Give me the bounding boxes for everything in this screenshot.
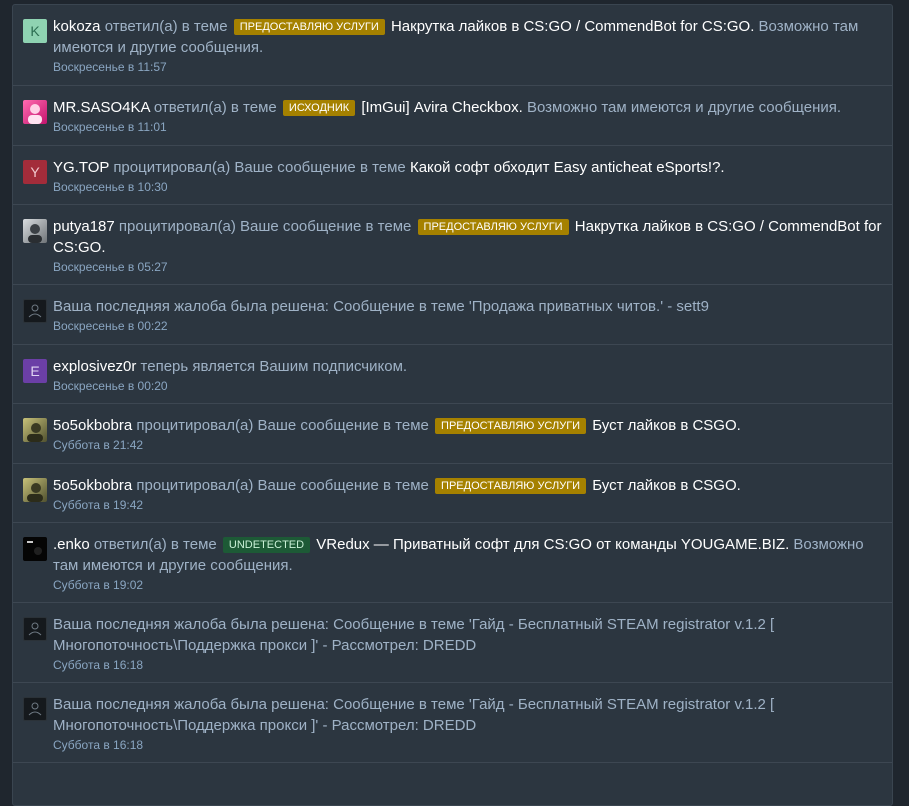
- alert-timestamp[interactable]: Воскресенье в 11:01: [53, 119, 882, 135]
- alert-suffix-link[interactable]: Возможно там имеются и другие сообщения.: [527, 99, 841, 116]
- alert-action: ответил(а) в теме: [93, 536, 217, 553]
- alert-timestamp[interactable]: Суббота в 16:18: [53, 737, 882, 753]
- thread-prefix-badge: ИСХОДНИК: [282, 100, 356, 116]
- alert-text[interactable]: Ваша последняя жалоба была решена: Сообщ…: [53, 296, 882, 317]
- olive-avatar-icon[interactable]: [23, 478, 47, 502]
- gray-avatar-icon[interactable]: [23, 219, 47, 243]
- alert-action: процитировал(а) Ваше сообщение в теме: [136, 417, 429, 434]
- alert-action: ответил(а) в теме: [104, 18, 228, 35]
- username-link[interactable]: 5o5okbobra: [53, 477, 132, 494]
- alert-text[interactable]: Ваша последняя жалоба была решена: Сообщ…: [53, 694, 882, 736]
- alert-text: kokoza ответил(а) в теме ПРЕДОСТАВЛЯЮ УС…: [53, 16, 882, 58]
- alert-item[interactable]: Ваша последняя жалоба была решена: Сообщ…: [13, 603, 892, 683]
- thread-prefix-badge: UNDETECTED: [222, 537, 311, 553]
- alert-item[interactable]: 5o5okbobra процитировал(а) Ваше сообщени…: [13, 464, 892, 523]
- alert-timestamp[interactable]: Воскресенье в 00:22: [53, 318, 882, 334]
- alert-text: 5o5okbobra процитировал(а) Ваше сообщени…: [53, 415, 882, 436]
- alert-text[interactable]: Ваша последняя жалоба была решена: Сообщ…: [53, 614, 882, 656]
- alert-timestamp[interactable]: Воскресенье в 05:27: [53, 259, 882, 275]
- alert-timestamp[interactable]: Суббота в 21:42: [53, 437, 882, 453]
- thread-title-link[interactable]: Накрутка лайков в CS:GO / CommendBot for…: [391, 18, 754, 35]
- username-link[interactable]: explosivez0r: [53, 358, 136, 375]
- alert-action: теперь является Вашим подписчиком.: [140, 358, 408, 375]
- thread-prefix-badge: ПРЕДОСТАВЛЯЮ УСЛУГИ: [417, 219, 569, 235]
- alert-item[interactable]: 5o5okbobra процитировал(а) Ваше сообщени…: [13, 404, 892, 464]
- alerts-panel: K kokoza ответил(а) в теме ПРЕДОСТАВЛЯЮ …: [12, 4, 893, 806]
- alert-action: процитировал(а) Ваше сообщение в теме: [136, 477, 429, 494]
- avatar[interactable]: Y: [23, 160, 47, 184]
- username-link[interactable]: MR.SASO4KA: [53, 99, 150, 116]
- alert-item[interactable]: Ваша последняя жалоба была решена: Сообщ…: [13, 285, 892, 345]
- thread-prefix-badge: ПРЕДОСТАВЛЯЮ УСЛУГИ: [435, 478, 587, 494]
- alert-item[interactable]: K kokoza ответил(а) в теме ПРЕДОСТАВЛЯЮ …: [13, 5, 892, 86]
- system-avatar-icon: [23, 299, 47, 323]
- alert-text: YG.TOP процитировал(а) Ваше сообщение в …: [53, 157, 882, 178]
- system-avatar-icon: [23, 617, 47, 641]
- thread-title-link[interactable]: VRedux — Приватный софт для CS:GO от ком…: [316, 536, 789, 553]
- thread-title-link[interactable]: Буст лайков в CSGO.: [592, 417, 741, 434]
- olive-avatar-icon[interactable]: [23, 418, 47, 442]
- thread-title-link[interactable]: Буст лайков в CSGO.: [592, 477, 741, 494]
- alert-item[interactable]: E explosivez0r теперь является Вашим под…: [13, 345, 892, 404]
- avatar[interactable]: K: [23, 19, 47, 43]
- avatar[interactable]: E: [23, 359, 47, 383]
- pink-avatar-icon[interactable]: [23, 100, 47, 124]
- thread-prefix-badge: ПРЕДОСТАВЛЯЮ УСЛУГИ: [435, 418, 587, 434]
- alert-timestamp[interactable]: Воскресенье в 00:20: [53, 378, 882, 394]
- alert-action: ответил(а) в теме: [153, 99, 277, 116]
- system-avatar-icon: [23, 697, 47, 721]
- alert-item[interactable]: MR.SASO4KA ответил(а) в теме ИСХОДНИК [I…: [13, 86, 892, 146]
- black-avatar-icon[interactable]: [23, 537, 47, 561]
- alert-text: .enko ответил(а) в теме UNDETECTED VRedu…: [53, 534, 882, 576]
- alert-timestamp[interactable]: Суббота в 19:02: [53, 577, 882, 593]
- alert-timestamp[interactable]: Суббота в 16:18: [53, 657, 882, 673]
- alert-item[interactable]: .enko ответил(а) в теме UNDETECTED VRedu…: [13, 523, 892, 603]
- alert-text: 5o5okbobra процитировал(а) Ваше сообщени…: [53, 475, 882, 496]
- username-link[interactable]: putya187: [53, 218, 115, 235]
- thread-prefix-badge: ПРЕДОСТАВЛЯЮ УСЛУГИ: [233, 19, 385, 35]
- alert-item[interactable]: putya187 процитировал(а) Ваше сообщение …: [13, 205, 892, 285]
- alert-text: putya187 процитировал(а) Ваше сообщение …: [53, 216, 882, 258]
- alert-timestamp[interactable]: Воскресенье в 10:30: [53, 179, 882, 195]
- alert-action: процитировал(а) Ваше сообщение в теме: [118, 218, 412, 235]
- username-link[interactable]: kokoza: [53, 18, 101, 35]
- alert-item[interactable]: Ваша последняя жалоба была решена: Сообщ…: [13, 683, 892, 763]
- thread-title-link[interactable]: [ImGui] Avira Checkbox.: [361, 99, 522, 116]
- alert-text: MR.SASO4KA ответил(а) в теме ИСХОДНИК [I…: [53, 97, 882, 118]
- thread-title-link[interactable]: Какой софт обходит Easy anticheat eSport…: [410, 159, 725, 176]
- username-link[interactable]: .enko: [53, 536, 90, 553]
- alert-timestamp[interactable]: Суббота в 19:42: [53, 497, 882, 513]
- alert-action: процитировал(а) Ваше сообщение в теме: [113, 159, 406, 176]
- username-link[interactable]: 5o5okbobra: [53, 417, 132, 434]
- alert-timestamp[interactable]: Воскресенье в 11:57: [53, 59, 882, 75]
- alert-text: explosivez0r теперь является Вашим подпи…: [53, 356, 882, 377]
- alert-item[interactable]: Y YG.TOP процитировал(а) Ваше сообщение …: [13, 146, 892, 205]
- username-link[interactable]: YG.TOP: [53, 159, 109, 176]
